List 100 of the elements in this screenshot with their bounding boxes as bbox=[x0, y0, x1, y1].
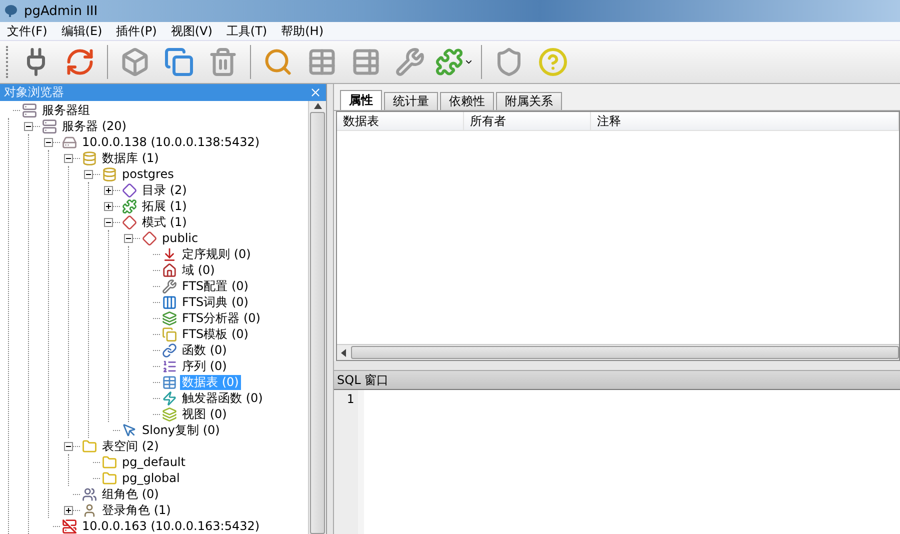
table-icon bbox=[162, 374, 177, 390]
menu-item[interactable]: 编辑(E) bbox=[54, 22, 110, 40]
arrow-down-icon bbox=[162, 246, 177, 262]
tree-item[interactable]: 视图 (0) bbox=[180, 406, 229, 422]
splitter[interactable] bbox=[334, 361, 900, 371]
pane-title: SQL 窗口 bbox=[337, 372, 389, 388]
box-icon bbox=[120, 47, 150, 77]
tree-item[interactable]: 数据库 (1) bbox=[100, 150, 161, 166]
expander-icon[interactable] bbox=[24, 122, 33, 130]
tree-item[interactable]: Slony复制 (0) bbox=[140, 422, 222, 438]
splitter[interactable] bbox=[327, 84, 334, 534]
columns-icon bbox=[162, 294, 177, 310]
server-off-icon bbox=[62, 518, 77, 534]
column-header[interactable]: 数据表 bbox=[337, 112, 464, 130]
column-header[interactable]: 注释 bbox=[591, 112, 899, 130]
pointer-icon bbox=[122, 422, 137, 438]
tab[interactable]: 统计量 bbox=[384, 92, 438, 110]
pane-title: 对象浏览器 bbox=[4, 84, 64, 101]
expander-icon[interactable] bbox=[104, 186, 113, 194]
window-title: pgAdmin III bbox=[24, 4, 98, 18]
tree-item[interactable]: FTS模板 (0) bbox=[180, 326, 250, 342]
menu-item[interactable]: 帮助(H) bbox=[274, 22, 330, 40]
list-icon bbox=[162, 358, 177, 374]
expander-icon[interactable] bbox=[104, 218, 113, 226]
tree-item[interactable]: pg_default bbox=[120, 454, 188, 470]
line-number: 1 bbox=[346, 392, 354, 406]
help-icon bbox=[538, 47, 568, 77]
tree-item[interactable]: 域 (0) bbox=[180, 262, 217, 278]
server-stack-icon bbox=[22, 102, 37, 118]
users-icon bbox=[82, 486, 97, 502]
diamond-icon bbox=[142, 230, 157, 246]
wrench-icon bbox=[395, 47, 425, 77]
puzzle-icon bbox=[122, 198, 137, 214]
table-icon bbox=[351, 47, 381, 77]
tab[interactable]: 附属关系 bbox=[496, 92, 562, 110]
tree-item[interactable]: 10.0.0.138 (10.0.0.138:5432) bbox=[80, 134, 262, 150]
expander-icon[interactable] bbox=[64, 442, 73, 450]
tree-item[interactable]: FTS分析器 (0) bbox=[180, 310, 262, 326]
database-icon bbox=[102, 166, 117, 182]
tree-item[interactable]: 函数 (0) bbox=[180, 342, 229, 358]
server-icon bbox=[62, 134, 77, 150]
close-icon[interactable] bbox=[309, 86, 322, 99]
puzzle-icon bbox=[435, 47, 464, 77]
server-stack-icon bbox=[42, 118, 57, 134]
tree-item[interactable]: 服务器 (20) bbox=[60, 118, 128, 134]
tree-item[interactable]: 序列 (0) bbox=[180, 358, 229, 374]
scrollbar-thumb[interactable] bbox=[351, 346, 899, 359]
copy-icon bbox=[162, 326, 177, 342]
tree-item[interactable]: postgres bbox=[120, 166, 176, 182]
table-icon bbox=[307, 47, 337, 77]
trash-icon bbox=[208, 47, 238, 77]
tree-item[interactable]: 10.0.0.163 (10.0.0.163:5432) bbox=[80, 518, 262, 534]
tab[interactable]: 属性 bbox=[340, 90, 382, 110]
tree-item[interactable]: FTS配置 (0) bbox=[180, 278, 250, 294]
diamond-icon bbox=[122, 182, 137, 198]
tree-item[interactable]: 触发器函数 (0) bbox=[180, 390, 265, 406]
menu-item[interactable]: 插件(P) bbox=[109, 22, 164, 40]
tab[interactable]: 依赖性 bbox=[440, 92, 494, 110]
diamond-icon bbox=[122, 214, 137, 230]
up-arrow-icon[interactable] bbox=[314, 103, 322, 109]
expander-icon[interactable] bbox=[124, 234, 133, 242]
scrollbar[interactable] bbox=[337, 344, 899, 360]
tree-item[interactable]: 组角色 (0) bbox=[100, 486, 161, 502]
tree-item[interactable]: 目录 (2) bbox=[140, 182, 189, 198]
folder-icon bbox=[82, 438, 97, 454]
menu-item[interactable]: 文件(F) bbox=[0, 22, 54, 40]
folder-icon bbox=[102, 470, 117, 486]
expander-icon[interactable] bbox=[64, 506, 73, 514]
column-header[interactable]: 所有者 bbox=[464, 112, 591, 130]
layers-icon bbox=[162, 310, 177, 326]
scrollbar-thumb[interactable] bbox=[310, 112, 325, 534]
tree-item[interactable]: FTS词典 (0) bbox=[180, 294, 250, 310]
copy-icon bbox=[164, 47, 194, 77]
expander-icon[interactable] bbox=[44, 138, 53, 146]
link-icon bbox=[162, 342, 177, 358]
tree-item[interactable]: pg_global bbox=[120, 470, 182, 486]
tree-item[interactable]: 服务器组 bbox=[40, 102, 92, 118]
layers-icon bbox=[162, 406, 177, 422]
tree-item[interactable]: 模式 (1) bbox=[140, 214, 189, 230]
house-icon bbox=[162, 262, 177, 278]
folder-icon bbox=[102, 454, 117, 470]
tree-item[interactable]: public bbox=[160, 230, 200, 246]
menu-item[interactable]: 视图(V) bbox=[164, 22, 220, 40]
expander-icon[interactable] bbox=[84, 170, 93, 178]
expander-icon[interactable] bbox=[104, 202, 113, 210]
wrench-icon bbox=[162, 278, 177, 294]
tree-item[interactable]: 拓展 (1) bbox=[140, 198, 189, 214]
expander-icon[interactable] bbox=[64, 154, 73, 162]
menu-item[interactable]: 工具(T) bbox=[219, 22, 274, 40]
database-icon bbox=[82, 150, 97, 166]
magnifier-icon bbox=[263, 47, 293, 77]
bolt-icon bbox=[162, 390, 177, 406]
tree-item[interactable]: 登录角色 (1) bbox=[100, 502, 173, 518]
refresh-icon bbox=[65, 47, 95, 77]
tree-item[interactable]: 表空间 (2) bbox=[100, 438, 161, 454]
left-arrow-icon[interactable] bbox=[341, 348, 347, 356]
user-icon bbox=[82, 502, 97, 518]
scrollbar[interactable] bbox=[308, 101, 326, 534]
sql-editor[interactable]: 1 bbox=[334, 390, 900, 534]
tree-item[interactable]: 定序规则 (0) bbox=[180, 246, 253, 262]
